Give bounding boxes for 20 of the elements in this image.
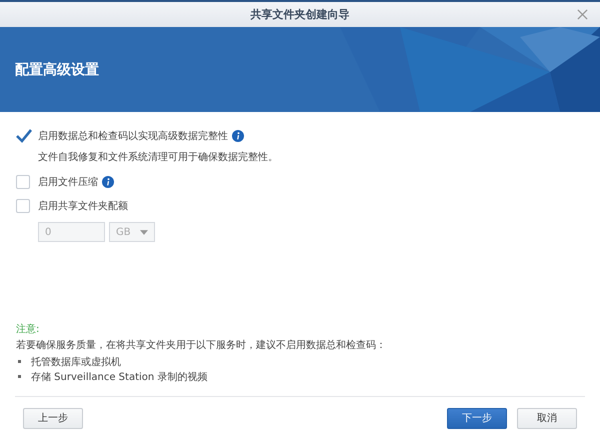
info-icon[interactable]	[232, 130, 244, 142]
option-label: 启用文件压缩	[38, 176, 98, 189]
info-icon[interactable]	[102, 176, 114, 188]
back-button[interactable]: 上一步	[23, 408, 83, 428]
option-label: 启用共享文件夹配额	[38, 200, 128, 213]
note-item: 托管数据库或虚拟机	[31, 356, 121, 368]
window-title: 共享文件夹创建向导	[250, 7, 350, 22]
option-label: 启用数据总和检查码以实现高级数据完整性	[38, 130, 228, 143]
page-heading: 配置高级设置	[15, 60, 99, 78]
checkbox[interactable]	[16, 199, 30, 213]
bullet-icon	[18, 375, 21, 378]
note-text: 若要确保服务质量，在将共享文件夹用于以下服务时，建议不启用数据总和检查码：	[16, 338, 387, 352]
option-description: 文件自我修复和文件系统清理可用于确保数据完整性。	[38, 150, 279, 164]
cancel-button[interactable]: 取消	[517, 408, 577, 428]
caret-icon	[140, 230, 148, 234]
note-title: 注意:	[16, 322, 40, 336]
next-button[interactable]: 下一步	[447, 408, 507, 428]
checkbox[interactable]	[16, 175, 30, 189]
bullet-icon	[18, 360, 21, 363]
note-item: 存储 Surveillance Station 录制的视频	[31, 370, 208, 384]
